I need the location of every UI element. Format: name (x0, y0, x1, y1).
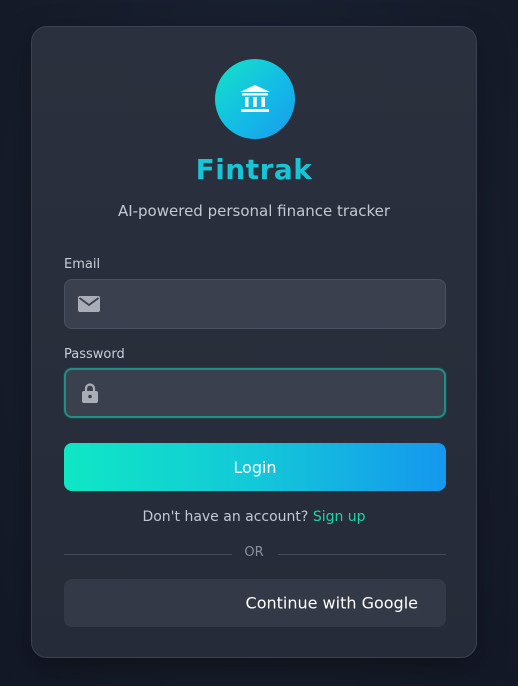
password-field[interactable] (110, 370, 434, 418)
signup-prompt: Don't have an account? (142, 509, 309, 525)
email-label: Email (64, 257, 101, 272)
email-field[interactable] (109, 280, 433, 330)
divider-line-right (278, 554, 446, 555)
mail-icon (78, 293, 100, 315)
page-background: Fintrak AI-powered personal finance trac… (0, 0, 518, 686)
signup-link[interactable]: Sign up (313, 509, 366, 525)
google-login-label: Continue with Google (245, 593, 418, 613)
divider-label: OR (244, 545, 264, 560)
google-login-button[interactable]: Continue with Google (64, 579, 446, 627)
app-title: Fintrak (195, 153, 313, 186)
signup-row: Don't have an account? Sign up (32, 509, 476, 525)
password-field-container[interactable] (64, 368, 446, 418)
bank-icon (240, 85, 270, 112)
password-label: Password (64, 347, 125, 362)
login-card: Fintrak AI-powered personal finance trac… (31, 26, 477, 658)
login-button[interactable]: Login (64, 443, 446, 491)
app-logo (215, 59, 295, 139)
app-tagline: AI-powered personal finance tracker (117, 202, 391, 220)
lock-icon (79, 382, 101, 404)
email-field-container[interactable] (64, 279, 446, 330)
